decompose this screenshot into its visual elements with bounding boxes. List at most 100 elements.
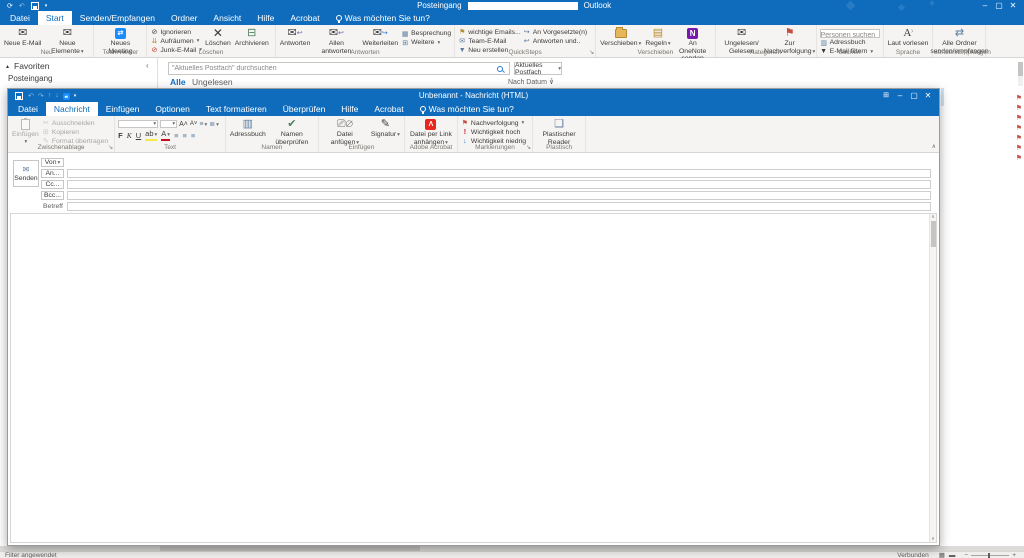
ignore-button[interactable]: ⊘Ignorieren — [150, 29, 202, 37]
bullet-list-icon[interactable]: ≡▾ — [199, 121, 207, 128]
from-button[interactable]: Von▾ — [41, 158, 64, 167]
compose-tab-nachricht[interactable]: Nachricht — [46, 102, 98, 116]
move-button[interactable]: Verschieben▾ — [599, 26, 642, 49]
to-field[interactable] — [67, 169, 931, 178]
follow-up-button[interactable]: ⚑Nachverfolgung▾ — [461, 120, 526, 128]
attach-via-link-button[interactable]: Λ Datei per Link anhängen▾ — [408, 117, 454, 147]
flag-icon[interactable]: ⚑ — [1016, 104, 1022, 112]
main-tab-start[interactable]: Start — [38, 11, 72, 25]
compose-minimize-button[interactable]: – — [893, 91, 907, 100]
immersive-reader-button[interactable]: ❏ Plastischer Reader — [536, 117, 582, 147]
flag-icon[interactable]: ⚑ — [1016, 124, 1022, 132]
reply-button[interactable]: ✉↩ Antworten — [279, 26, 312, 49]
ribbon-display-options-icon[interactable]: ⊞ — [879, 91, 893, 100]
compose-tellme[interactable]: Was möchten Sie tun? — [412, 102, 522, 116]
folder-inbox[interactable]: Posteingang — [8, 74, 52, 83]
titlebar-search-box[interactable] — [468, 2, 578, 10]
view-reading-icon[interactable]: ▬ — [949, 552, 956, 558]
body-scrollbar-thumb[interactable] — [931, 221, 936, 247]
message-body[interactable]: ∧ ∨ — [10, 213, 937, 543]
zoom-out-icon[interactable]: − — [964, 552, 968, 558]
high-importance-button[interactable]: !Wichtigkeit hoch — [461, 129, 526, 137]
highlight-color-button[interactable]: ab▾ — [145, 130, 157, 141]
bcc-button[interactable]: Bcc... — [41, 191, 64, 200]
main-tellme[interactable]: Was möchten Sie tun? — [328, 11, 438, 25]
sort-direction-icon[interactable]: ↑ — [550, 77, 554, 84]
italic-button[interactable]: K — [127, 131, 132, 140]
check-names-button[interactable]: ✔ Namen überprüfen — [269, 117, 315, 147]
clipboard-dialog-launcher-icon[interactable]: ↘ — [108, 144, 113, 151]
delete-button[interactable]: ✕ Löschen — [204, 26, 232, 49]
main-minimize-button[interactable]: – — [978, 1, 992, 10]
align-right-icon[interactable]: ≡ — [191, 131, 195, 140]
qat-customize-icon[interactable]: ▾ — [74, 93, 77, 99]
compose-tab-acrobat[interactable]: Acrobat — [366, 102, 411, 116]
font-size-combo[interactable]: ▾ — [160, 120, 177, 128]
address-book-button[interactable]: ▥ Adressbuch — [229, 117, 267, 140]
filter-tab-alle[interactable]: Alle — [170, 77, 186, 87]
cleanup-button[interactable]: ⇊Aufräumen▾ — [150, 38, 202, 46]
compose-tab-einfuegen[interactable]: Einfügen — [98, 102, 148, 116]
previous-item-icon[interactable]: ↑ — [48, 92, 52, 99]
align-left-icon[interactable]: ≡ — [174, 131, 178, 140]
body-scrollbar[interactable]: ∧ ∨ — [929, 214, 936, 542]
compose-tab-datei[interactable]: Datei — [10, 102, 46, 116]
bcc-field[interactable] — [67, 191, 931, 200]
filter-tab-ungelesen[interactable]: Ungelesen — [192, 77, 233, 87]
find-people-input[interactable] — [820, 29, 880, 38]
numbered-list-icon[interactable]: ≣▾ — [209, 120, 219, 128]
rules-button[interactable]: ▤ Regeln▾ — [644, 26, 671, 49]
undo-icon[interactable]: ↶ — [28, 92, 34, 100]
collapse-folder-pane-icon[interactable]: ‹ — [146, 61, 149, 70]
bcc-input[interactable] — [68, 194, 930, 201]
list-scrollbar[interactable] — [1018, 62, 1023, 86]
bold-button[interactable]: F — [118, 131, 123, 140]
next-item-icon[interactable]: ↓ — [55, 92, 59, 99]
paste-button[interactable]: Einfügen ▾ — [11, 117, 40, 146]
flag-icon[interactable]: ⚑ — [1016, 134, 1022, 142]
scroll-down-icon[interactable]: ∨ — [930, 536, 936, 542]
archive-button[interactable]: ⊟ Archivieren — [234, 26, 270, 49]
redo-icon[interactable]: ↷ — [38, 92, 44, 100]
cut-button[interactable]: ✂Ausschneiden — [42, 120, 108, 128]
signature-button[interactable]: ✎ Signatur▾ — [370, 117, 401, 140]
quickstep-an-vorgesetzte[interactable]: ↪An Vorgesetzte(n) — [523, 29, 587, 37]
qat-customize-icon[interactable]: ▾ — [45, 3, 48, 9]
quickstep-team-email[interactable]: ✉Team-E-Mail — [458, 38, 521, 46]
scroll-up-icon[interactable]: ∧ — [930, 214, 936, 220]
cc-input[interactable] — [68, 183, 930, 190]
main-close-button[interactable]: ✕ — [1006, 1, 1020, 10]
to-input[interactable] — [68, 172, 930, 179]
main-tab-acrobat[interactable]: Acrobat — [282, 11, 327, 25]
compose-tab-text-formatieren[interactable]: Text formatieren — [198, 102, 275, 116]
sort-dropdown[interactable]: Nach Datum ∨ — [508, 78, 554, 86]
subject-input[interactable] — [68, 205, 930, 212]
flag-icon[interactable]: ⚑ — [1016, 154, 1022, 162]
font-name-combo[interactable]: ▾ — [118, 120, 158, 128]
main-tab-ansicht[interactable]: Ansicht — [205, 11, 249, 25]
underline-button[interactable]: U — [136, 131, 141, 140]
quicksteps-dialog-launcher-icon[interactable]: ↘ — [589, 49, 594, 56]
mailbox-search-input[interactable] — [172, 63, 497, 74]
main-tab-ordner[interactable]: Ordner — [163, 11, 205, 25]
meeting-button[interactable]: ▦Besprechung — [401, 30, 451, 38]
main-tab-senden-empfangen[interactable]: Senden/Empfangen — [72, 11, 163, 25]
flag-icon[interactable]: ⚑ — [1016, 114, 1022, 122]
search-scope-dropdown[interactable]: Aktuelles Postfach▾ — [514, 62, 562, 75]
collapse-ribbon-icon[interactable]: ∧ — [932, 143, 936, 150]
attach-file-button[interactable]: ⎚∅ Datei anfügen▾ — [322, 117, 368, 147]
address-book-button[interactable]: ▥Adressbuch — [820, 39, 880, 47]
tags-dialog-launcher-icon[interactable]: ↘ — [526, 144, 531, 151]
align-center-icon[interactable]: ≡ — [182, 131, 186, 140]
favorites-expander-icon[interactable]: ▴ — [6, 63, 9, 70]
grow-font-icon[interactable]: A˄ — [179, 121, 188, 128]
list-scrollbar-thumb[interactable] — [1018, 62, 1023, 76]
cc-button[interactable]: Cc... — [41, 180, 64, 189]
send-button[interactable]: ✉ Senden — [13, 160, 39, 187]
read-aloud-button[interactable]: A⁾ Laut vorlesen — [887, 26, 930, 49]
main-tab-datei[interactable]: Datei — [2, 11, 38, 25]
flag-icon[interactable]: ⚑ — [1016, 94, 1022, 102]
view-normal-icon[interactable]: ▦ — [939, 551, 945, 558]
compose-tab-ueberpruefen[interactable]: Überprüfen — [275, 102, 334, 116]
save-icon[interactable] — [15, 92, 23, 100]
